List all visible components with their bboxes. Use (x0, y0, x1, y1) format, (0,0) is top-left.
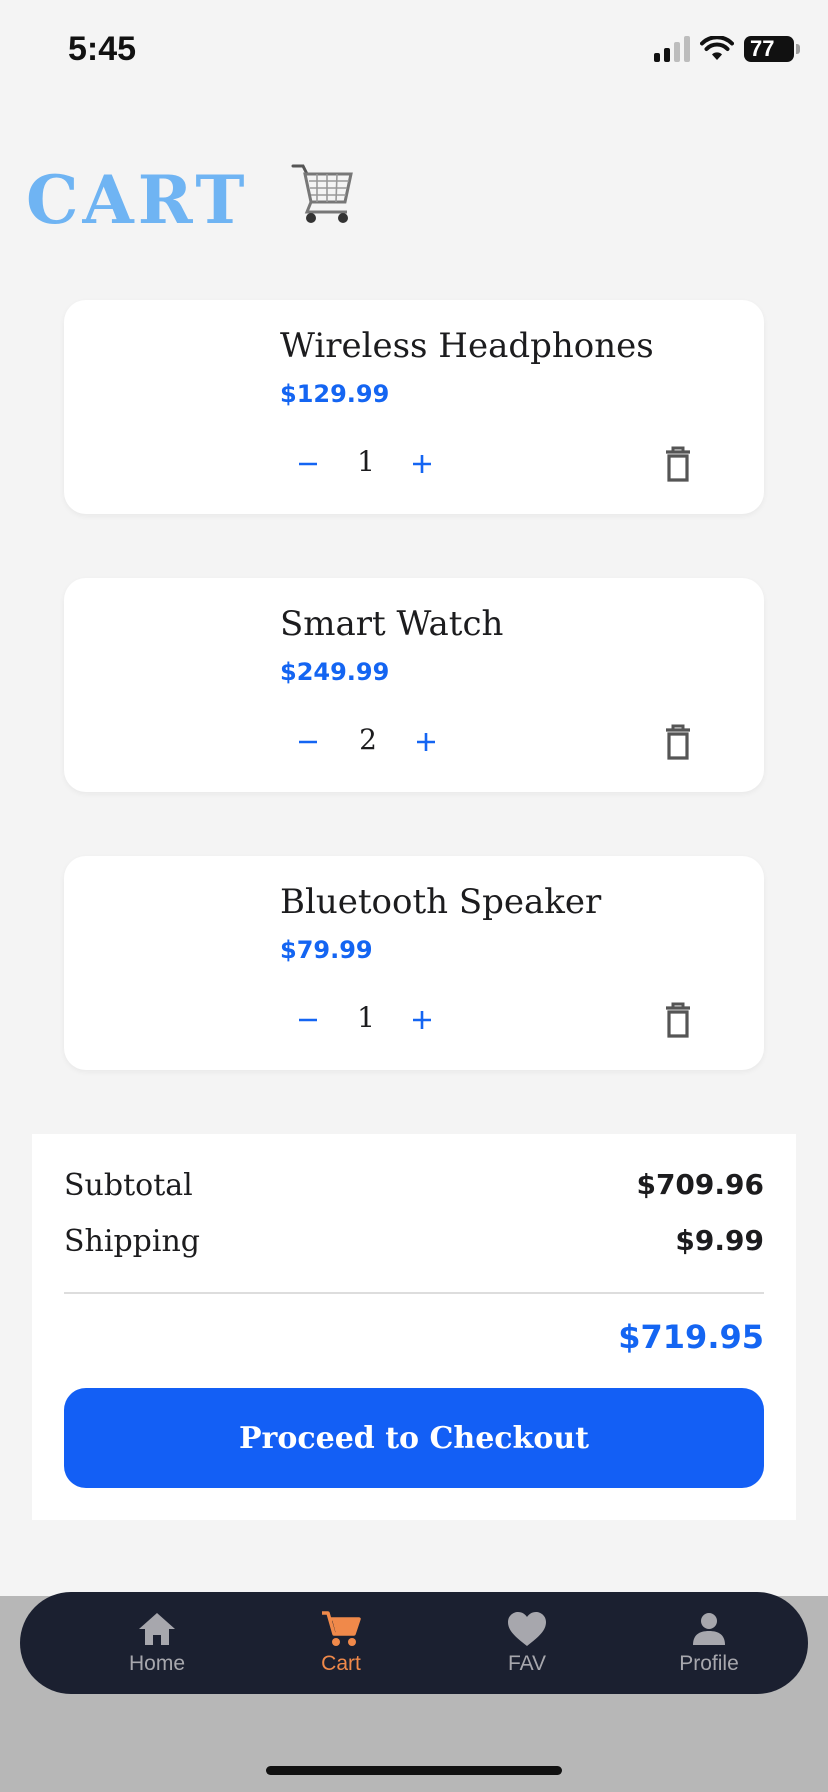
page-title: CART (26, 158, 357, 242)
cart-item-card: Smart Watch $249.99 2 (64, 578, 764, 792)
trash-icon (666, 1002, 690, 1038)
minus-icon (299, 1018, 317, 1022)
battery-icon: 77 (744, 36, 800, 62)
cellular-signal-icon (654, 36, 690, 62)
bottom-nav: Home Cart FAV Profile (20, 1592, 808, 1694)
increase-quantity-button[interactable] (404, 446, 440, 482)
tab-profile[interactable]: Profile (644, 1608, 774, 1684)
total-value: $719.95 (618, 1318, 764, 1356)
decrease-quantity-button[interactable] (290, 446, 326, 482)
plus-icon (417, 733, 435, 751)
cart-item-card: Bluetooth Speaker $79.99 1 (64, 856, 764, 1070)
subtotal-value: $709.96 (636, 1168, 764, 1201)
increase-quantity-button[interactable] (408, 724, 444, 760)
product-price: $249.99 (280, 658, 390, 686)
wifi-icon (700, 36, 734, 60)
person-icon (693, 1613, 725, 1645)
status-time: 5:45 (68, 30, 137, 68)
delete-item-button[interactable] (660, 1000, 696, 1040)
tab-home[interactable]: Home (92, 1608, 222, 1684)
product-name: Bluetooth Speaker (280, 882, 602, 922)
product-name: Smart Watch (280, 604, 504, 644)
heart-icon (508, 1612, 546, 1646)
subtotal-row: Subtotal $709.96 (64, 1168, 764, 1203)
shipping-label: Shipping (64, 1224, 200, 1259)
quantity-value: 1 (357, 445, 375, 478)
trash-icon (666, 446, 690, 482)
decrease-quantity-button[interactable] (290, 1002, 326, 1038)
trash-icon (666, 724, 690, 760)
shipping-value: $9.99 (675, 1224, 764, 1257)
shipping-row: Shipping $9.99 (64, 1224, 764, 1259)
order-summary: Subtotal $709.96 Shipping $9.99 $719.95 … (32, 1134, 796, 1520)
tab-label: FAV (507, 1652, 547, 1675)
tab-fav[interactable]: FAV (462, 1608, 592, 1684)
page-title-text: CART (26, 161, 249, 239)
tab-label: Profile (679, 1652, 739, 1675)
summary-divider (64, 1292, 764, 1294)
decrease-quantity-button[interactable] (290, 724, 326, 760)
tab-cart[interactable]: Cart (276, 1608, 406, 1684)
increase-quantity-button[interactable] (404, 1002, 440, 1038)
delete-item-button[interactable] (660, 722, 696, 762)
cart-item-card: Wireless Headphones $129.99 1 (64, 300, 764, 514)
cart-icon (322, 1611, 361, 1646)
status-bar: 5:45 77 (0, 0, 828, 100)
product-name: Wireless Headphones (280, 326, 654, 366)
checkout-button[interactable]: Proceed to Checkout (64, 1388, 764, 1488)
tab-label: Cart (321, 1652, 361, 1675)
home-icon (139, 1613, 175, 1645)
subtotal-label: Subtotal (64, 1168, 193, 1203)
plus-icon (413, 1011, 431, 1029)
product-price: $129.99 (280, 380, 390, 408)
tab-label: Home (128, 1652, 186, 1675)
minus-icon (299, 740, 317, 744)
delete-item-button[interactable] (660, 444, 696, 484)
plus-icon (413, 455, 431, 473)
status-icons: 77 (654, 34, 800, 64)
minus-icon (299, 462, 317, 466)
quantity-value: 1 (357, 1001, 375, 1034)
quantity-value: 2 (359, 723, 377, 756)
home-indicator (266, 1766, 562, 1775)
shopping-cart-icon (289, 158, 357, 242)
product-price: $79.99 (280, 936, 373, 964)
